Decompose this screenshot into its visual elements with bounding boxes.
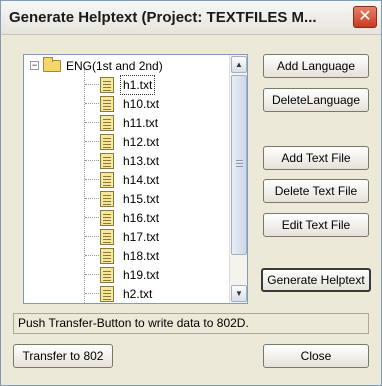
scroll-up-button[interactable]: ▲ — [231, 56, 247, 73]
folder-label: ENG(1st and 2nd) — [66, 59, 163, 73]
file-label: h1.txt — [119, 75, 156, 95]
text-file-icon — [100, 134, 114, 150]
file-label: h17.txt — [123, 230, 160, 244]
file-label: h16.txt — [123, 211, 160, 225]
text-file-icon — [100, 96, 114, 112]
open-folder-icon — [43, 57, 61, 72]
file-label: h19.txt — [123, 268, 160, 282]
tree-connector-line — [84, 69, 85, 303]
transfer-button[interactable]: Transfer to 802 — [13, 344, 113, 368]
edit-text-file-button[interactable]: Edit Text File — [263, 213, 369, 237]
tree-connector — [85, 179, 99, 180]
close-icon: ✕ — [358, 8, 372, 25]
text-file-icon — [100, 172, 114, 188]
text-file-icon — [100, 191, 114, 207]
tree-connector — [85, 84, 99, 85]
tree-connector — [85, 255, 99, 256]
close-button[interactable]: Close — [263, 344, 369, 368]
text-file-icon — [100, 248, 114, 264]
file-label: h13.txt — [123, 154, 160, 168]
file-tree[interactable]: − ENG(1st and 2nd) h1.txt h10.txt h11.tx… — [23, 54, 248, 304]
scroll-down-button[interactable]: ▼ — [231, 285, 247, 302]
tree-connector — [85, 103, 99, 104]
tree-connector — [85, 274, 99, 275]
text-file-icon — [100, 210, 114, 226]
text-file-icon — [100, 77, 114, 93]
text-file-icon — [100, 115, 114, 131]
title-bar[interactable]: Generate Helptext (Project: TEXTFILES M.… — [1, 1, 381, 35]
text-file-icon — [100, 267, 114, 283]
text-file-icon — [100, 286, 114, 302]
tree-scrollbar[interactable]: ▲ ▼ — [229, 55, 247, 303]
delete-language-button[interactable]: DeleteLanguage — [263, 88, 369, 112]
file-label: h12.txt — [123, 135, 160, 149]
tree-content: − ENG(1st and 2nd) h1.txt h10.txt h11.tx… — [24, 55, 229, 303]
close-window-button[interactable]: ✕ — [353, 6, 377, 28]
add-text-file-button[interactable]: Add Text File — [263, 146, 369, 170]
file-label: h18.txt — [123, 249, 160, 263]
file-label: h2.txt — [123, 287, 153, 301]
file-label: h11.txt — [123, 116, 159, 130]
generate-helptext-button[interactable]: Generate Helptext — [261, 268, 371, 292]
tree-connector — [85, 236, 99, 237]
tree-connector — [85, 198, 99, 199]
text-file-icon — [100, 229, 114, 245]
arrow-up-icon: ▲ — [235, 60, 243, 69]
delete-text-file-button[interactable]: Delete Text File — [263, 179, 369, 203]
file-label: h14.txt — [123, 173, 160, 187]
generate-helptext-dialog: Generate Helptext (Project: TEXTFILES M.… — [0, 0, 382, 386]
window-title: Generate Helptext (Project: TEXTFILES M.… — [9, 9, 317, 26]
arrow-down-icon: ▼ — [235, 289, 243, 298]
grip-icon — [236, 160, 243, 167]
tree-connector — [85, 160, 99, 161]
tree-connector — [85, 293, 99, 294]
tree-connector — [85, 217, 99, 218]
file-label: h10.txt — [123, 97, 160, 111]
status-message: Push Transfer-Button to write data to 80… — [13, 313, 369, 334]
collapse-expander-icon[interactable]: − — [30, 61, 39, 70]
file-label: h15.txt — [123, 192, 160, 206]
text-file-icon — [100, 153, 114, 169]
tree-connector — [85, 122, 99, 123]
tree-connector — [85, 141, 99, 142]
add-language-button[interactable]: Add Language — [263, 54, 369, 78]
scroll-thumb[interactable] — [231, 75, 247, 255]
